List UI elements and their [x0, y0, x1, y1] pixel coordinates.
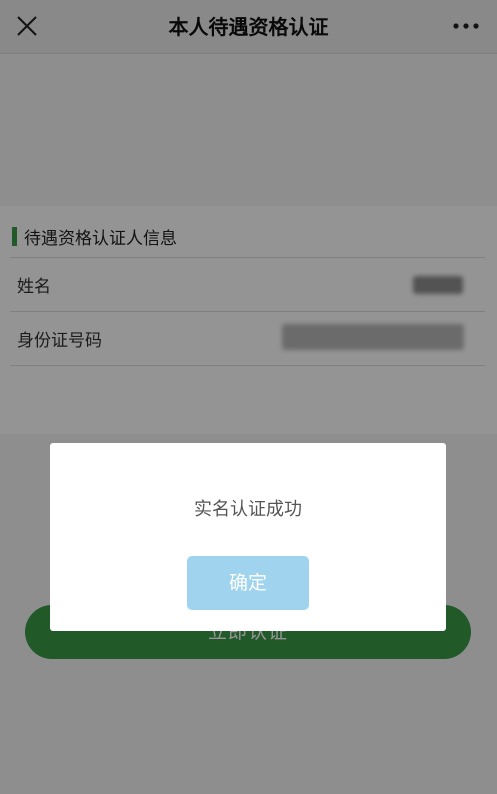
success-dialog: 实名认证成功 确定: [50, 443, 446, 631]
modal-mask: [0, 0, 497, 794]
dialog-message: 实名认证成功: [194, 499, 302, 520]
confirm-button[interactable]: 确定: [187, 556, 309, 610]
